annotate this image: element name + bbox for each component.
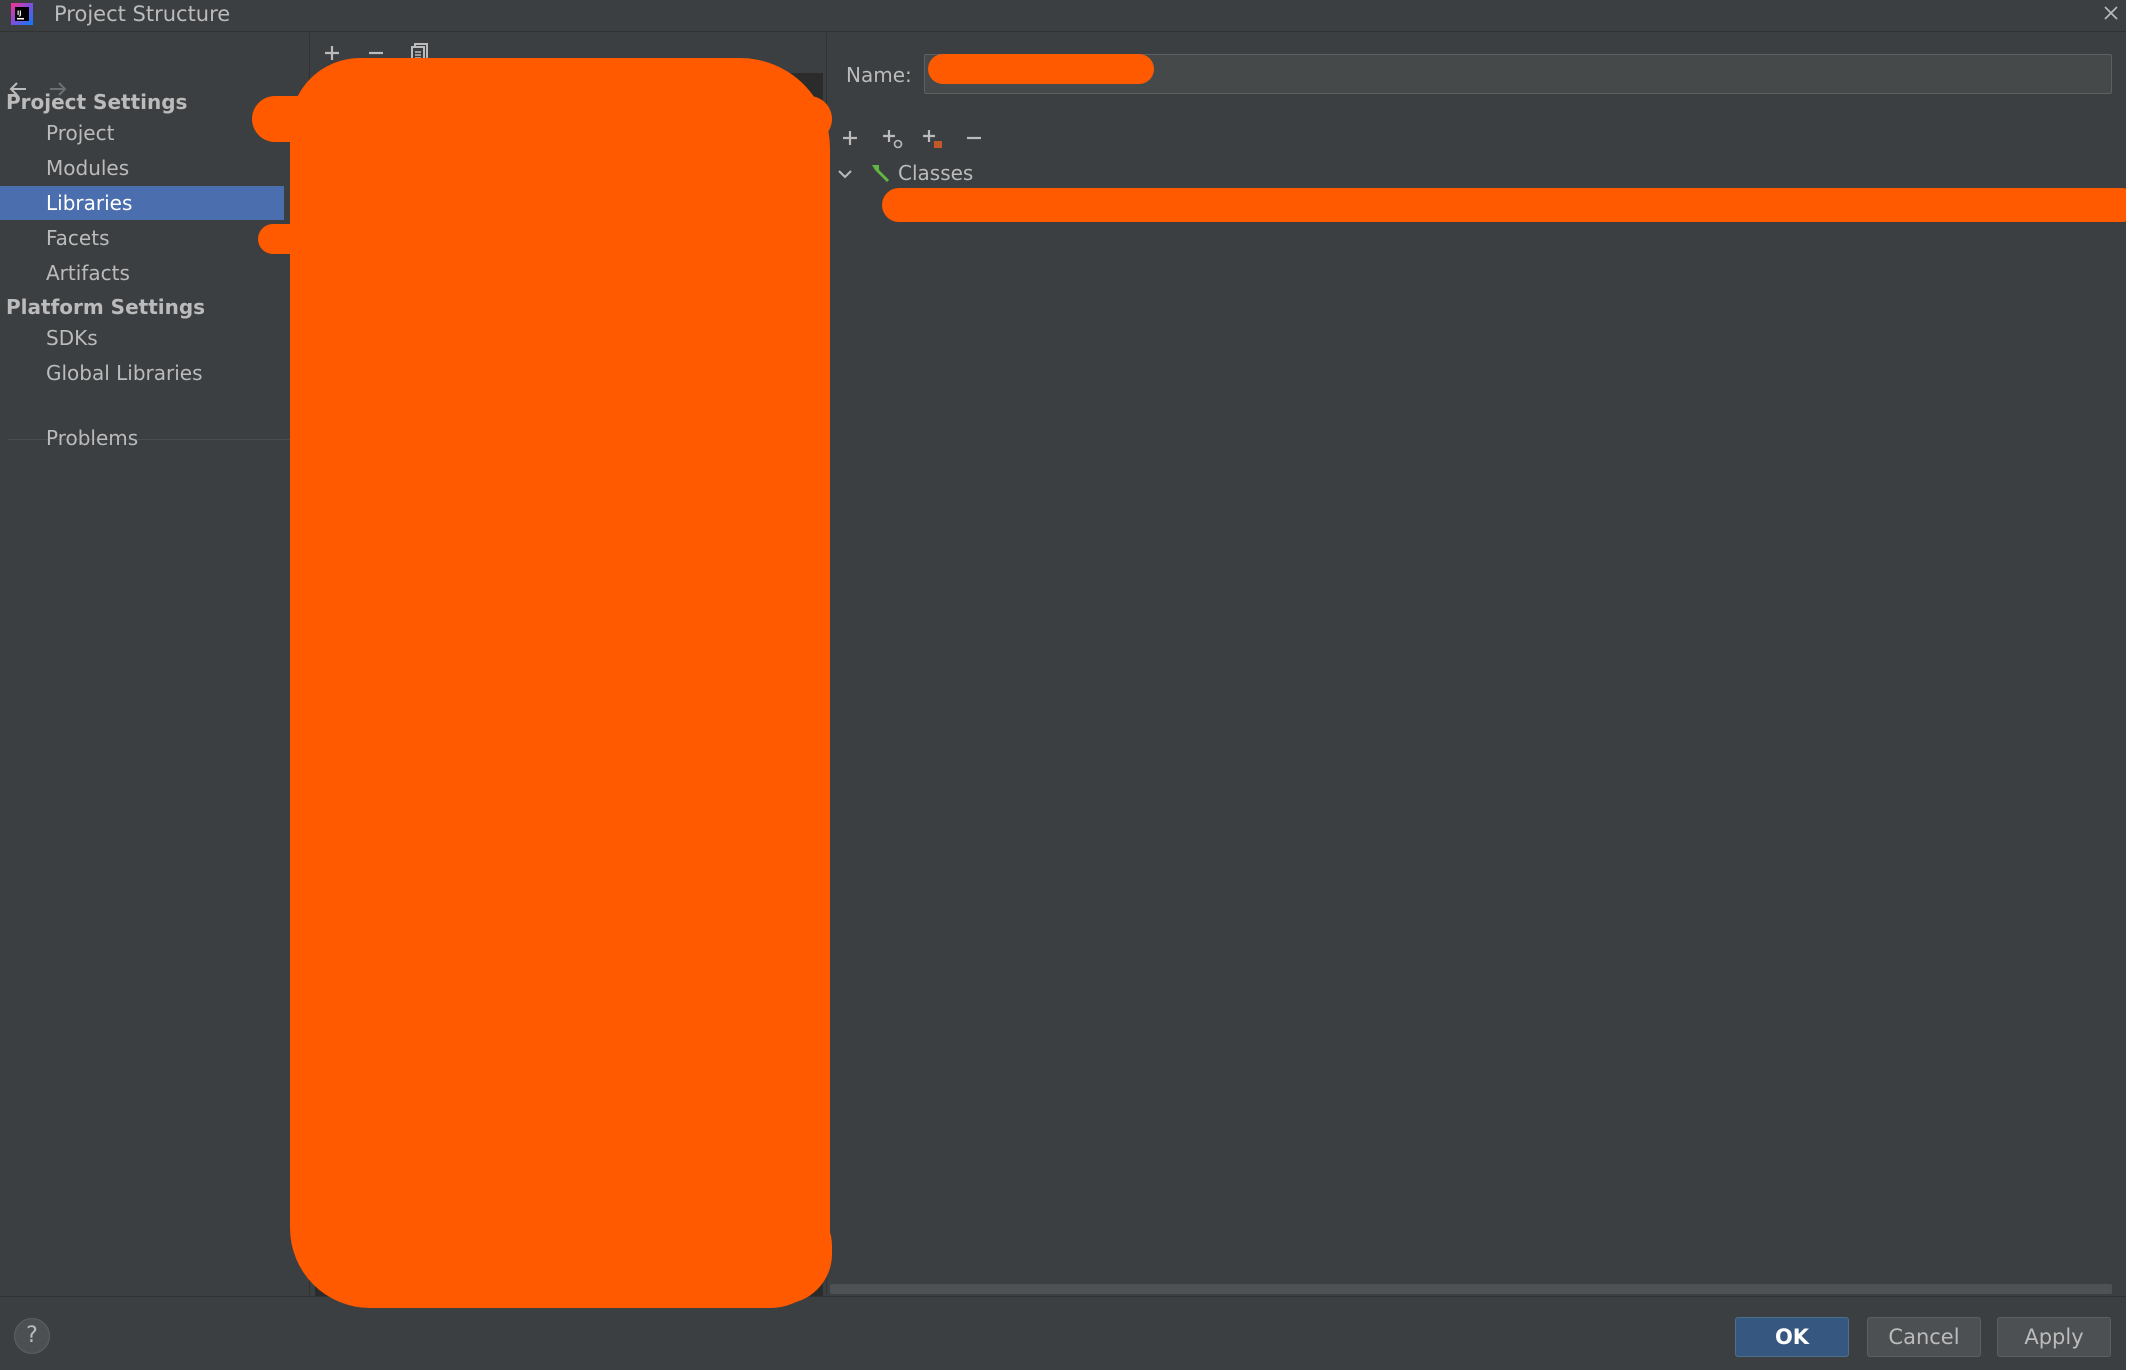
dialog-button-bar: ? OK Cancel Apply [0,1296,2126,1370]
window-title: Project Structure [54,2,231,26]
ok-button[interactable]: OK [1735,1317,1849,1357]
library-detail-panel: Name: Classes [828,33,2126,1295]
svg-text:IJ: IJ [17,10,21,17]
nav-item-libraries[interactable]: Libraries [0,186,284,220]
classes-toolbar [828,121,1128,155]
chevron-down-icon[interactable] [836,165,854,183]
settings-navigation: Project Settings Project Modules Librari… [0,33,310,1295]
intellij-idea-icon: IJ [11,3,33,25]
horizontal-scrollbar[interactable] [830,1284,2112,1294]
nav-item-sdks[interactable]: SDKs [0,321,284,355]
hammer-icon [872,165,890,183]
name-label: Name: [846,63,912,87]
nav-item-project[interactable]: Project [0,116,284,150]
redaction-library-list [290,58,830,1308]
nav-item-global-libraries[interactable]: Global Libraries [0,356,284,390]
remove-minus-icon[interactable] [962,126,986,150]
window-edge [2126,0,2139,1370]
nav-item-modules[interactable]: Modules [0,151,284,185]
add-plus-icon[interactable] [838,126,862,150]
cancel-button[interactable]: Cancel [1867,1317,1981,1357]
redaction-list-bottom [312,1196,832,1304]
nav-item-artifacts[interactable]: Artifacts [0,256,284,290]
library-roots-tree: Classes [828,157,2124,1281]
help-button[interactable]: ? [14,1318,50,1354]
nav-item-problems[interactable]: Problems [0,421,284,455]
platform-settings-header: Platform Settings [6,295,206,319]
add-jar-icon[interactable] [920,126,944,150]
add-from-maven-icon[interactable] [880,126,904,150]
project-structure-dialog: IJ Project Structure Project Settings Pr… [0,0,2139,1370]
tree-row-classes[interactable]: Classes [828,157,2124,189]
redaction-list-left-tab [258,224,328,254]
nav-item-facets[interactable]: Facets [0,221,284,255]
redaction-list-top [252,96,832,142]
close-icon[interactable] [2100,2,2122,24]
classes-node-label: Classes [898,161,974,185]
redaction-name-value [928,54,1154,84]
project-settings-header: Project Settings [6,90,188,114]
redaction-classes-path [882,188,2139,222]
title-bar: IJ Project Structure [0,0,2126,32]
apply-button[interactable]: Apply [1997,1317,2111,1357]
